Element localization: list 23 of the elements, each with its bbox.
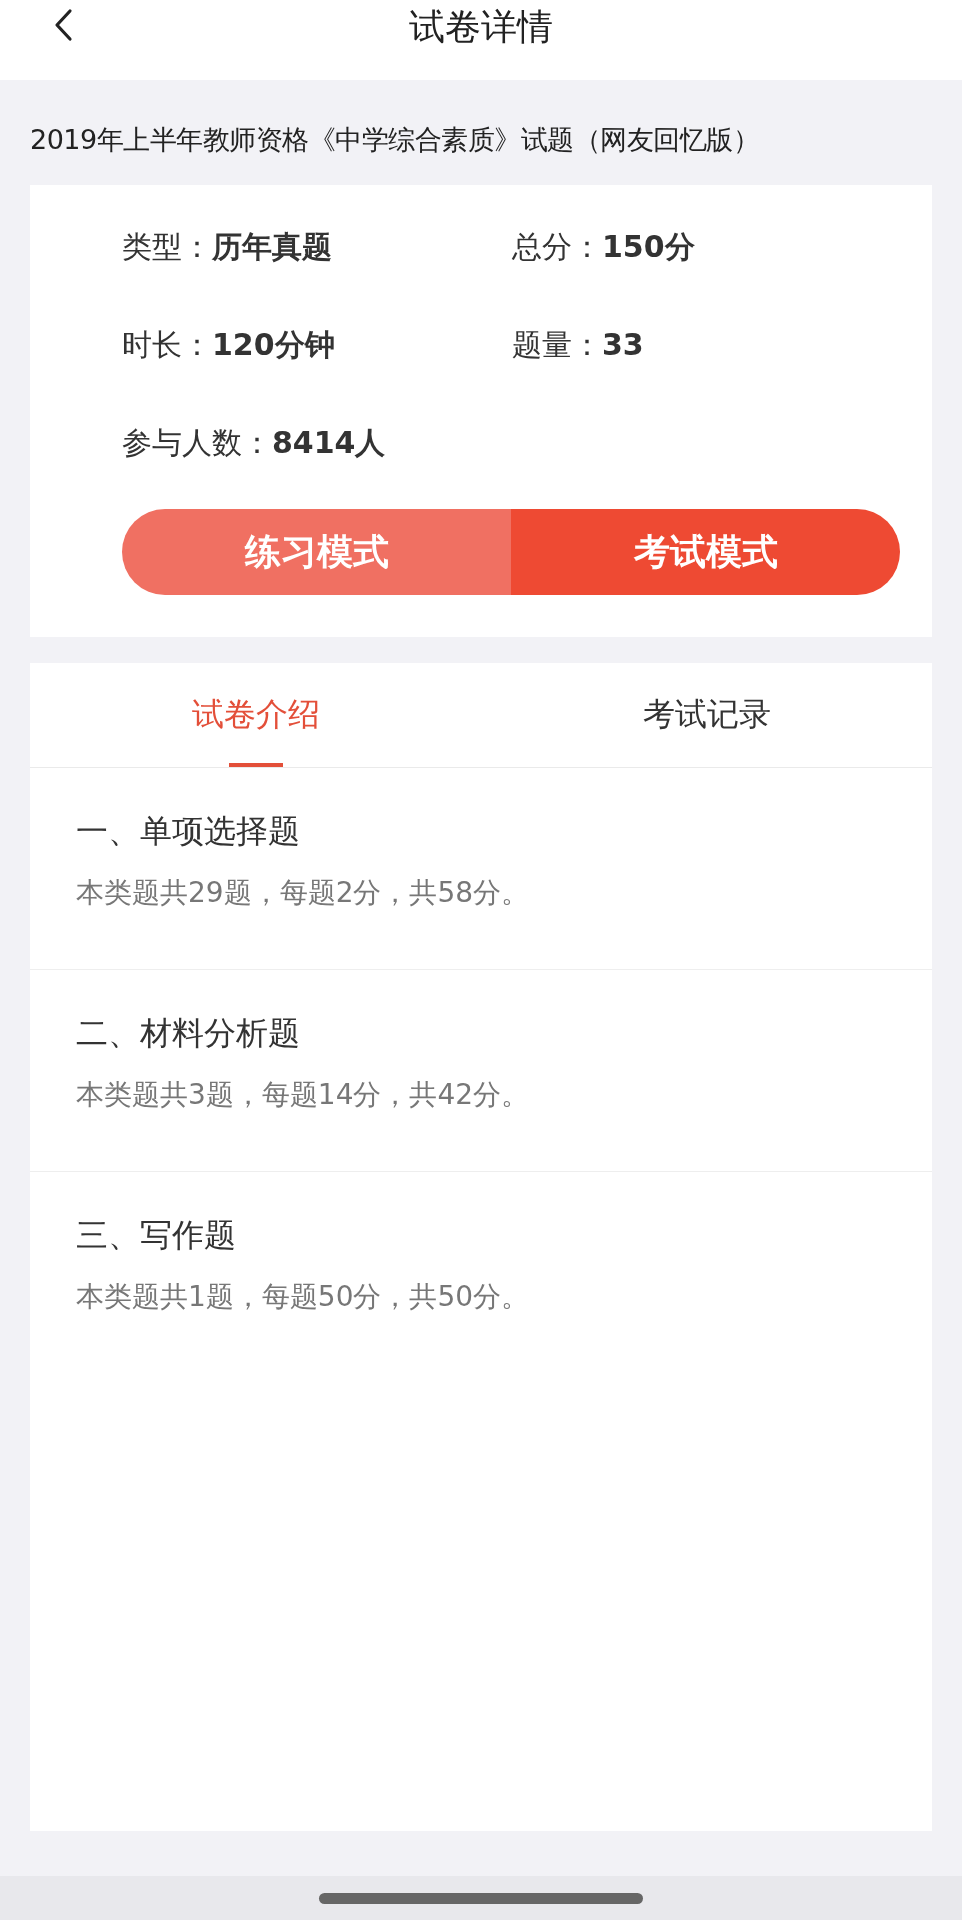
info-value: 120分钟: [212, 327, 335, 362]
mode-button[interactable]: 练习模式: [122, 509, 511, 595]
info-label: 类型：: [122, 229, 212, 264]
tab[interactable]: 考试记录: [481, 663, 932, 767]
home-indicator[interactable]: [319, 1892, 643, 1904]
info-value: 8414人: [272, 425, 386, 460]
info-label: 总分：: [512, 229, 602, 264]
section-heading: 二、材料分析题: [76, 1013, 301, 1054]
info-label: 时长：: [122, 327, 212, 362]
mode-button[interactable]: 考试模式: [511, 509, 900, 595]
section-description: 本类题共1题，每题50分，共50分。: [76, 1279, 531, 1315]
page-title: 试卷详情: [409, 5, 553, 49]
info-value: 历年真题: [212, 229, 332, 264]
tab[interactable]: 试卷介绍: [30, 663, 481, 767]
section-description: 本类题共29题，每题2分，共58分。: [76, 875, 531, 911]
section-heading: 一、单项选择题: [76, 811, 301, 852]
info-label: 参与人数：: [122, 425, 272, 460]
info-value: 33: [602, 327, 644, 362]
info-value: 150分: [602, 229, 695, 264]
info-label: 题量：: [512, 327, 602, 362]
paper-title: 2019年上半年教师资格《中学综合素质》试题（网友回忆版）: [29, 123, 761, 157]
section-description: 本类题共3题，每题14分，共42分。: [76, 1077, 531, 1113]
section-heading: 三、写作题: [76, 1215, 237, 1256]
